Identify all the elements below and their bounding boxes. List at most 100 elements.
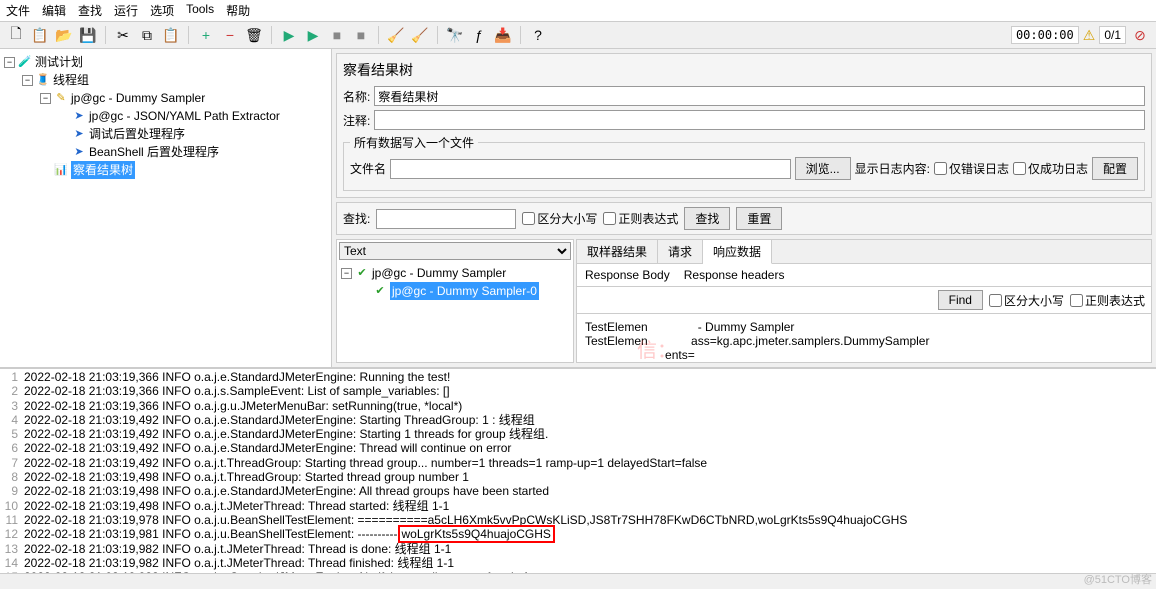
errors-only-checkbox[interactable]: 仅错误日志 — [934, 160, 1009, 177]
panel-title: 察看结果树 — [343, 60, 1145, 80]
tree-node-threadgroup[interactable]: 线程组 — [53, 71, 89, 89]
regex-checkbox[interactable]: 正则表达式 — [603, 210, 678, 227]
find-in-response-button[interactable]: Find — [938, 290, 983, 310]
paste-icon[interactable]: 📋 — [161, 25, 181, 45]
function-icon[interactable]: ƒ — [469, 25, 489, 45]
log-panel: 12022-02-18 21:03:19,366 INFO o.a.j.e.St… — [0, 367, 1156, 589]
tree-node-sampler[interactable]: jp@gc - Dummy Sampler — [71, 89, 205, 107]
filename-input[interactable] — [390, 159, 791, 179]
toolbar: 🗋 📋 📂 💾 ✂ ⧉ 📋 + − 🗑 ▶ ▶ ■ ■ 🧹 🧹 🔭 ƒ 📥 ? … — [0, 22, 1156, 49]
highlighted-token: woLgrKts5s9Q4huajoCGHS — [398, 525, 555, 543]
result-detail-pane: 取样器结果 请求 响应数据 Response Body Response hea… — [576, 239, 1152, 363]
search-icon[interactable]: 🔭 — [445, 25, 465, 45]
cut-icon[interactable]: ✂ — [113, 25, 133, 45]
log-line: 42022-02-18 21:03:19,492 INFO o.a.j.e.St… — [0, 413, 1156, 427]
success-icon: ✔ — [373, 284, 387, 298]
minus-icon[interactable]: − — [220, 25, 240, 45]
comment-input[interactable] — [374, 110, 1145, 130]
separator — [378, 26, 379, 44]
new-icon[interactable]: 🗋 — [6, 25, 26, 45]
find-regex-checkbox[interactable]: 正则表达式 — [1070, 292, 1145, 309]
plus-icon[interactable]: + — [196, 25, 216, 45]
stop-icon[interactable]: ■ — [327, 25, 347, 45]
toggle-icon[interactable]: − — [4, 57, 15, 68]
name-input[interactable] — [374, 86, 1145, 106]
menu-run[interactable]: 运行 — [114, 2, 138, 19]
tree-node-extractor[interactable]: jp@gc - JSON/YAML Path Extractor — [89, 107, 280, 125]
separator — [188, 26, 189, 44]
postproc-icon: ➤ — [72, 145, 86, 159]
start-noTimers-icon[interactable]: ▶ — [303, 25, 323, 45]
showlog-label: 显示日志内容: — [855, 160, 930, 177]
start-icon[interactable]: ▶ — [279, 25, 299, 45]
renderer-select[interactable]: Text — [339, 242, 571, 260]
clear-icon[interactable]: 🧹 — [386, 25, 406, 45]
tray-icon[interactable]: 📥 — [493, 25, 513, 45]
menu-help[interactable]: 帮助 — [226, 2, 250, 19]
find-case-checkbox[interactable]: 区分大小写 — [989, 292, 1064, 309]
separator — [271, 26, 272, 44]
find-button[interactable]: 查找 — [684, 207, 730, 230]
sampler-icon: ✎ — [54, 91, 68, 105]
menu-tools[interactable]: Tools — [186, 2, 214, 19]
open-icon[interactable]: 📂 — [54, 25, 74, 45]
tab-sampler-result[interactable]: 取样器结果 — [577, 240, 658, 263]
comment-label: 注释: — [343, 112, 370, 129]
reset-button[interactable]: 重置 — [736, 207, 782, 230]
log-line: 102022-02-18 21:03:19,498 INFO o.a.j.t.J… — [0, 499, 1156, 513]
response-body[interactable]: 公众号：全栈测试笔记 信： TestElemen - Dummy Sampler… — [577, 314, 1151, 362]
testplan-icon: 🧪 — [18, 55, 32, 69]
shutdown-icon[interactable]: ■ — [351, 25, 371, 45]
result-node-child[interactable]: jp@gc - Dummy Sampler-0 — [390, 282, 539, 300]
result-node-parent[interactable]: jp@gc - Dummy Sampler — [372, 264, 506, 282]
log-output[interactable]: 12022-02-18 21:03:19,366 INFO o.a.j.e.St… — [0, 369, 1156, 573]
test-plan-tree[interactable]: −🧪测试计划 −🧵线程组 −✎jp@gc - Dummy Sampler ➤jp… — [0, 49, 332, 367]
file-fieldset: 所有数据写入一个文件 文件名 浏览... 显示日志内容: 仅错误日志 仅成功日志… — [343, 134, 1145, 191]
toggle-icon[interactable]: − — [22, 75, 33, 86]
file-legend: 所有数据写入一个文件 — [350, 134, 478, 151]
tree-node-testplan[interactable]: 测试计划 — [35, 53, 83, 71]
search-label: 查找: — [343, 210, 370, 227]
search-input[interactable] — [376, 209, 516, 229]
copy-icon[interactable]: ⧉ — [137, 25, 157, 45]
subtab-response-body[interactable]: Response Body — [585, 268, 670, 282]
log-line: 72022-02-18 21:03:19,492 INFO o.a.j.t.Th… — [0, 456, 1156, 470]
threadgroup-icon: 🧵 — [36, 73, 50, 87]
case-checkbox[interactable]: 区分大小写 — [522, 210, 597, 227]
log-line: 22022-02-18 21:03:19,366 INFO o.a.j.s.Sa… — [0, 384, 1156, 398]
browse-button[interactable]: 浏览... — [795, 157, 851, 180]
horizontal-scrollbar[interactable] — [0, 573, 1156, 589]
menu-bar: 文件 编辑 查找 运行 选项 Tools 帮助 — [0, 0, 1156, 22]
separator — [437, 26, 438, 44]
save-icon[interactable]: 💾 — [78, 25, 98, 45]
menu-options[interactable]: 选项 — [150, 2, 174, 19]
menu-search[interactable]: 查找 — [78, 2, 102, 19]
thread-count: 0/1 — [1099, 26, 1126, 44]
log-line: 32022-02-18 21:03:19,366 INFO o.a.j.g.u.… — [0, 399, 1156, 413]
error-icon[interactable]: ⊘ — [1130, 25, 1150, 45]
subtab-response-headers[interactable]: Response headers — [684, 268, 785, 282]
log-line: 112022-02-18 21:03:19,978 INFO o.a.j.u.B… — [0, 513, 1156, 527]
toggle-icon[interactable]: − — [40, 93, 51, 104]
search-bar: 查找: 区分大小写 正则表达式 查找 重置 — [336, 202, 1152, 235]
help-icon[interactable]: ? — [528, 25, 548, 45]
success-icon: ✔ — [355, 266, 369, 280]
configure-button[interactable]: 配置 — [1092, 157, 1138, 180]
warning-icon[interactable]: ⚠ — [1083, 27, 1096, 44]
toggle-icon[interactable]: − — [341, 268, 352, 279]
tab-response-data[interactable]: 响应数据 — [703, 240, 772, 264]
tab-request[interactable]: 请求 — [658, 240, 703, 263]
log-line: 82022-02-18 21:03:19,498 INFO o.a.j.t.Th… — [0, 470, 1156, 484]
log-line: 122022-02-18 21:03:19,981 INFO o.a.j.u.B… — [0, 527, 1156, 541]
log-line: 92022-02-18 21:03:19,498 INFO o.a.j.e.St… — [0, 484, 1156, 498]
tree-node-results-tree[interactable]: 察看结果树 — [71, 161, 135, 179]
clear-all-icon[interactable]: 🧹 — [410, 25, 430, 45]
tree-node-debug-postproc[interactable]: 调试后置处理程序 — [89, 125, 185, 143]
trash-icon[interactable]: 🗑 — [244, 25, 264, 45]
templates-icon[interactable]: 📋 — [30, 25, 50, 45]
success-only-checkbox[interactable]: 仅成功日志 — [1013, 160, 1088, 177]
filename-label: 文件名 — [350, 160, 386, 177]
menu-edit[interactable]: 编辑 — [42, 2, 66, 19]
tree-node-beanshell-postproc[interactable]: BeanShell 后置处理程序 — [89, 143, 219, 161]
menu-file[interactable]: 文件 — [6, 2, 30, 19]
